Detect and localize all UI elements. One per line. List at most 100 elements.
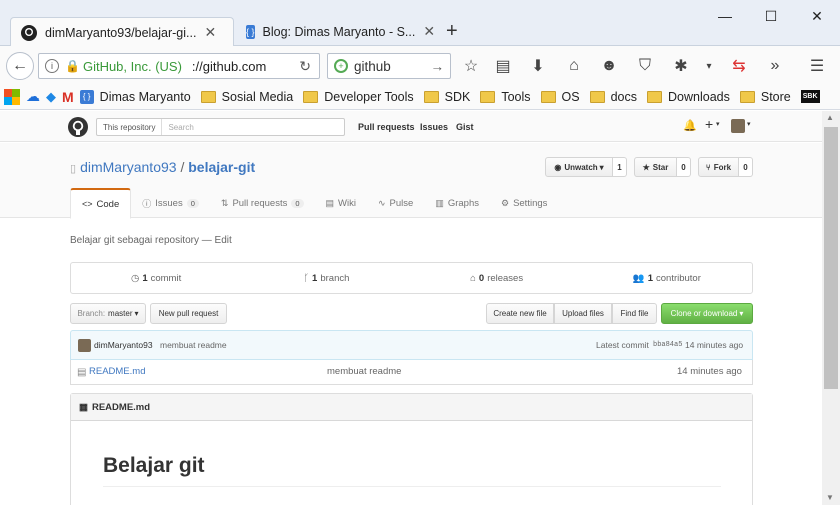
scroll-up-icon[interactable]: ▲ bbox=[826, 113, 834, 122]
search-input[interactable]: Search bbox=[162, 123, 193, 132]
tab-blog[interactable]: { } Blog: Dimas Maryanto - S... ✕ bbox=[236, 17, 436, 46]
branch-select-button[interactable]: Branch: master ▾ bbox=[70, 303, 146, 324]
repo-owner-link[interactable]: dimMaryanto93 bbox=[80, 159, 177, 175]
pocket-icon[interactable]: ⛉ bbox=[634, 55, 656, 77]
repo-search[interactable]: This repository Search bbox=[96, 118, 345, 136]
file-commit-message-link[interactable]: membuat readme bbox=[327, 366, 401, 377]
bookmark-folder[interactable]: Developer Tools bbox=[303, 90, 414, 104]
branches-link[interactable]: ᚴ 1 branch bbox=[241, 263, 411, 293]
info-icon[interactable]: i bbox=[45, 59, 59, 73]
back-button[interactable]: ← bbox=[6, 52, 34, 80]
bookmark-folder[interactable]: SDK bbox=[423, 90, 470, 104]
tab-pulse[interactable]: ∿ Pulse bbox=[367, 188, 424, 218]
reload-icon[interactable]: ↻ bbox=[299, 58, 311, 75]
create-new-file-button[interactable]: Create new file bbox=[486, 303, 554, 324]
branch-icon: ᚴ bbox=[303, 272, 310, 284]
repo-icon: ▯ bbox=[70, 163, 77, 175]
bookmark-folder[interactable]: docs bbox=[589, 90, 637, 104]
search-bar[interactable]: + github → bbox=[327, 53, 451, 79]
new-pull-request-button[interactable]: New pull request bbox=[150, 303, 227, 324]
notification-bell-icon[interactable]: 🔔 bbox=[683, 119, 697, 132]
reading-list-icon[interactable]: ▤ bbox=[492, 55, 514, 77]
tab-graphs[interactable]: ▥ Graphs bbox=[424, 188, 490, 218]
repo-name-link[interactable]: belajar-git bbox=[188, 159, 255, 175]
tab-close-icon[interactable]: ✕ bbox=[423, 23, 435, 40]
new-tab-button[interactable]: + bbox=[446, 20, 458, 43]
branch-prefix: Branch: bbox=[77, 309, 106, 318]
add-menu-button[interactable]: + bbox=[705, 116, 713, 132]
bookmark-label: Tools bbox=[501, 89, 531, 104]
url-bar[interactable]: i 🔒 GitHub, Inc. (US) ://github.com ↻ bbox=[38, 53, 320, 79]
dropbox-icon[interactable]: ◆ bbox=[46, 89, 56, 105]
emoji-icon[interactable]: ☻ bbox=[598, 55, 620, 77]
repo-title: ▯ dimMaryanto93 / belajar-git bbox=[70, 159, 255, 175]
releases-link[interactable]: ⌂ 0 releases bbox=[412, 263, 582, 293]
gmail-icon[interactable]: M bbox=[62, 89, 74, 105]
commit-message-link[interactable]: membuat readme bbox=[160, 340, 227, 350]
watch-count[interactable]: 1 bbox=[613, 157, 627, 177]
nav-pull-requests[interactable]: Pull requests bbox=[358, 122, 415, 132]
hamburger-menu-icon[interactable]: ☰ bbox=[806, 55, 828, 77]
maximize-button[interactable]: ☐ bbox=[748, 0, 794, 32]
avatar[interactable] bbox=[731, 119, 745, 133]
tab-issues[interactable]: ⓘ Issues 0 bbox=[131, 188, 210, 218]
pulse-icon: ∿ bbox=[378, 197, 386, 208]
upload-files-button[interactable]: Upload files bbox=[554, 303, 612, 324]
sbk-badge-icon[interactable]: SBK bbox=[800, 90, 820, 103]
tab-close-icon[interactable]: ✕ bbox=[204, 24, 216, 41]
counter-badge: 0 bbox=[291, 198, 304, 208]
tab-github[interactable]: dimMaryanto93/belajar-gi... ✕ bbox=[10, 17, 234, 47]
clone-or-download-button[interactable]: Clone or download ▾ bbox=[661, 303, 753, 324]
bookmark-folder[interactable]: Downloads bbox=[647, 90, 730, 104]
search-input[interactable]: github bbox=[354, 59, 391, 74]
commit-author-link[interactable]: dimMaryanto93 bbox=[94, 340, 153, 350]
windows-logo-icon[interactable] bbox=[4, 88, 20, 105]
tab-code[interactable]: <> Code bbox=[70, 188, 132, 219]
edit-description-link[interactable]: Edit bbox=[215, 235, 232, 246]
commits-link[interactable]: ◷ 1 commit bbox=[71, 263, 241, 293]
overflow-chevron-icon[interactable]: » bbox=[764, 55, 786, 77]
bookmark-folder[interactable]: Tools bbox=[480, 89, 531, 104]
scrollbar-thumb[interactable] bbox=[824, 127, 838, 389]
search-go-icon[interactable]: → bbox=[431, 59, 445, 74]
bookmark-folder[interactable]: OS bbox=[540, 90, 580, 104]
repo-numbers-summary: ◷ 1 commit ᚴ 1 branch ⌂ 0 releases 👥 1 contribut… bbox=[70, 262, 753, 294]
contributors-link[interactable]: 👥 1 contributor bbox=[582, 263, 752, 293]
star-count[interactable]: 0 bbox=[677, 157, 691, 177]
close-window-button[interactable]: ✕ bbox=[794, 0, 840, 32]
chevron-down-icon[interactable]: ▾ bbox=[747, 120, 751, 128]
bookmark-star-icon[interactable]: ☆ bbox=[460, 55, 482, 77]
bookmark-folder[interactable]: Sosial Media bbox=[200, 90, 293, 104]
sync-arrows-icon[interactable]: ⇆ bbox=[728, 55, 750, 77]
chevron-down-icon[interactable]: ▾ bbox=[698, 55, 720, 77]
download-icon[interactable]: ⬇ bbox=[527, 55, 549, 77]
bookmark-folder[interactable]: Store bbox=[739, 90, 791, 104]
commit-sha-link[interactable]: bba84a5 bbox=[653, 341, 682, 349]
tab-settings[interactable]: ⚙ Settings bbox=[490, 188, 558, 218]
fork-button[interactable]: ⑂ Fork bbox=[698, 157, 739, 177]
github-logo-icon[interactable] bbox=[68, 117, 88, 137]
star-button[interactable]: ★ Star bbox=[634, 157, 677, 177]
fork-count[interactable]: 0 bbox=[739, 157, 753, 177]
scroll-down-icon[interactable]: ▼ bbox=[826, 493, 834, 502]
nav-gist[interactable]: Gist bbox=[456, 122, 474, 132]
minimize-button[interactable]: — bbox=[702, 0, 748, 32]
file-name-link[interactable]: README.md bbox=[89, 366, 145, 377]
tab-wiki[interactable]: ▤ Wiki bbox=[315, 188, 367, 218]
nav-issues[interactable]: Issues bbox=[420, 122, 448, 132]
commit-time: 14 minutes ago bbox=[685, 340, 744, 350]
extension-bug-icon[interactable]: ✱ bbox=[670, 55, 692, 77]
branch-label: branch bbox=[320, 272, 350, 284]
fork-icon: ⑂ bbox=[705, 162, 711, 172]
url-text[interactable]: ://github.com bbox=[192, 59, 266, 74]
find-file-button[interactable]: Find file bbox=[612, 303, 657, 324]
search-engine-icon[interactable]: + bbox=[334, 59, 348, 73]
bookmark-item[interactable]: { } Dimas Maryanto bbox=[79, 89, 191, 104]
onedrive-icon[interactable]: ☁ bbox=[26, 88, 40, 105]
unwatch-button[interactable]: ◉ Unwatch ▾ bbox=[545, 157, 613, 177]
tab-pull-requests[interactable]: ⇅ Pull requests 0 bbox=[210, 188, 315, 218]
home-icon[interactable]: ⌂ bbox=[563, 55, 585, 77]
chevron-down-icon[interactable]: ▾ bbox=[716, 120, 720, 128]
folder-icon bbox=[739, 90, 755, 103]
branch-count: 1 bbox=[312, 272, 318, 284]
